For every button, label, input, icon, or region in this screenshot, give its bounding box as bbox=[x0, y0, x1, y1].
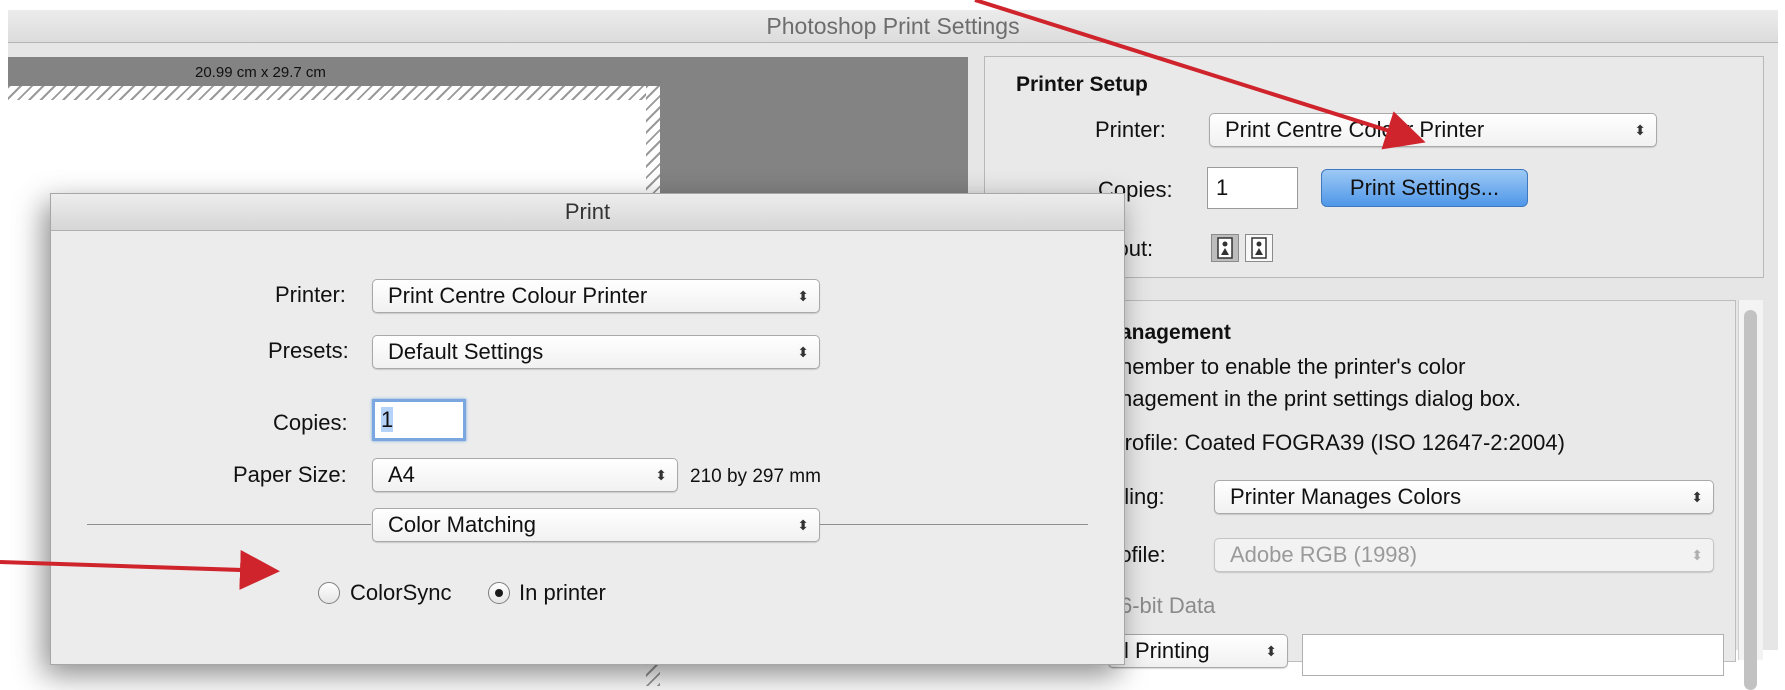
portrait-layout-icon[interactable] bbox=[1211, 234, 1239, 262]
section-divider-right bbox=[820, 524, 1088, 525]
dialog-presets-value: Default Settings bbox=[388, 339, 544, 364]
printer-profile-value: Adobe RGB (1998) bbox=[1230, 542, 1418, 567]
color-management-heading: anagement bbox=[1120, 321, 1231, 344]
popup-arrows-icon: ⬍ bbox=[655, 467, 667, 483]
section-select[interactable]: Color Matching ⬍ bbox=[372, 508, 820, 542]
printer-label: Printer: bbox=[1095, 117, 1166, 142]
colorsync-radio[interactable] bbox=[318, 582, 340, 604]
color-handling-select[interactable]: Printer Manages Colors ⬍ bbox=[1214, 480, 1714, 514]
dialog-copies-value: 1 bbox=[381, 407, 394, 432]
paper-margin-top bbox=[8, 86, 660, 100]
print-settings-button[interactable]: Print Settings... bbox=[1321, 169, 1528, 207]
printer-profile-select[interactable]: Adobe RGB (1998) ⬍ bbox=[1214, 538, 1714, 572]
normal-printing-select[interactable]: l Printing ⬍ bbox=[1108, 634, 1288, 668]
dialog-presets-label: Presets: bbox=[268, 338, 349, 363]
section-select-value: Color Matching bbox=[388, 512, 536, 537]
panel-scrollbar[interactable] bbox=[1738, 300, 1763, 690]
scrollbar-thumb[interactable] bbox=[1744, 310, 1757, 690]
colorsync-radio-label[interactable]: ColorSync bbox=[350, 580, 451, 606]
color-management-note-1: nember to enable the printer's color bbox=[1120, 354, 1466, 379]
paper-size-label: Paper Size: bbox=[233, 462, 347, 487]
dialog-printer-label: Printer: bbox=[275, 282, 346, 307]
popup-arrows-icon: ⬍ bbox=[797, 288, 809, 304]
dialog-presets-select[interactable]: Default Settings ⬍ bbox=[372, 335, 820, 369]
sixteen-bit-checkbox-label[interactable]: 6-bit Data bbox=[1120, 593, 1215, 619]
popup-arrows-icon: ⬍ bbox=[797, 344, 809, 360]
dialog-copies-field[interactable]: 1 bbox=[372, 399, 466, 441]
paper-size-dimensions: 210 by 297 mm bbox=[690, 466, 821, 487]
section-divider-left bbox=[87, 524, 371, 525]
paper-size-value: A4 bbox=[388, 462, 415, 487]
printer-setup-heading: Printer Setup bbox=[1016, 73, 1148, 96]
printer-select-value: Print Centre Colour Printer bbox=[1225, 117, 1485, 142]
dialog-printer-select[interactable]: Print Centre Colour Printer ⬍ bbox=[372, 279, 820, 313]
rendering-field[interactable] bbox=[1302, 634, 1724, 676]
printer-select[interactable]: Print Centre Colour Printer ⬍ bbox=[1209, 113, 1657, 147]
normal-printing-value: l Printing bbox=[1124, 638, 1210, 663]
popup-arrows-icon: ⬍ bbox=[1265, 643, 1277, 659]
in-printer-radio[interactable] bbox=[488, 582, 510, 604]
popup-arrows-icon: ⬍ bbox=[1691, 489, 1703, 505]
preview-paper-size: 20.99 cm x 29.7 cm bbox=[195, 64, 326, 81]
copies-field[interactable]: 1 bbox=[1207, 167, 1298, 209]
popup-arrows-icon: ⬍ bbox=[797, 517, 809, 533]
color-management-note-2: nagement in the print settings dialog bo… bbox=[1120, 386, 1522, 411]
paper-size-select[interactable]: A4 ⬍ bbox=[372, 458, 678, 492]
landscape-layout-icon[interactable] bbox=[1245, 234, 1273, 262]
dialog-copies-label: Copies: bbox=[273, 410, 348, 435]
print-dialog-title: Print bbox=[51, 194, 1124, 231]
dialog-printer-value: Print Centre Colour Printer bbox=[388, 283, 648, 308]
document-profile: Profile: Coated FOGRA39 (ISO 12647-2:200… bbox=[1110, 430, 1565, 455]
window-title: Photoshop Print Settings bbox=[8, 10, 1778, 43]
popup-arrows-icon: ⬍ bbox=[1691, 547, 1703, 563]
color-handling-value: Printer Manages Colors bbox=[1230, 484, 1462, 509]
in-printer-radio-label[interactable]: In printer bbox=[519, 580, 606, 606]
popup-arrows-icon: ⬍ bbox=[1634, 122, 1646, 138]
